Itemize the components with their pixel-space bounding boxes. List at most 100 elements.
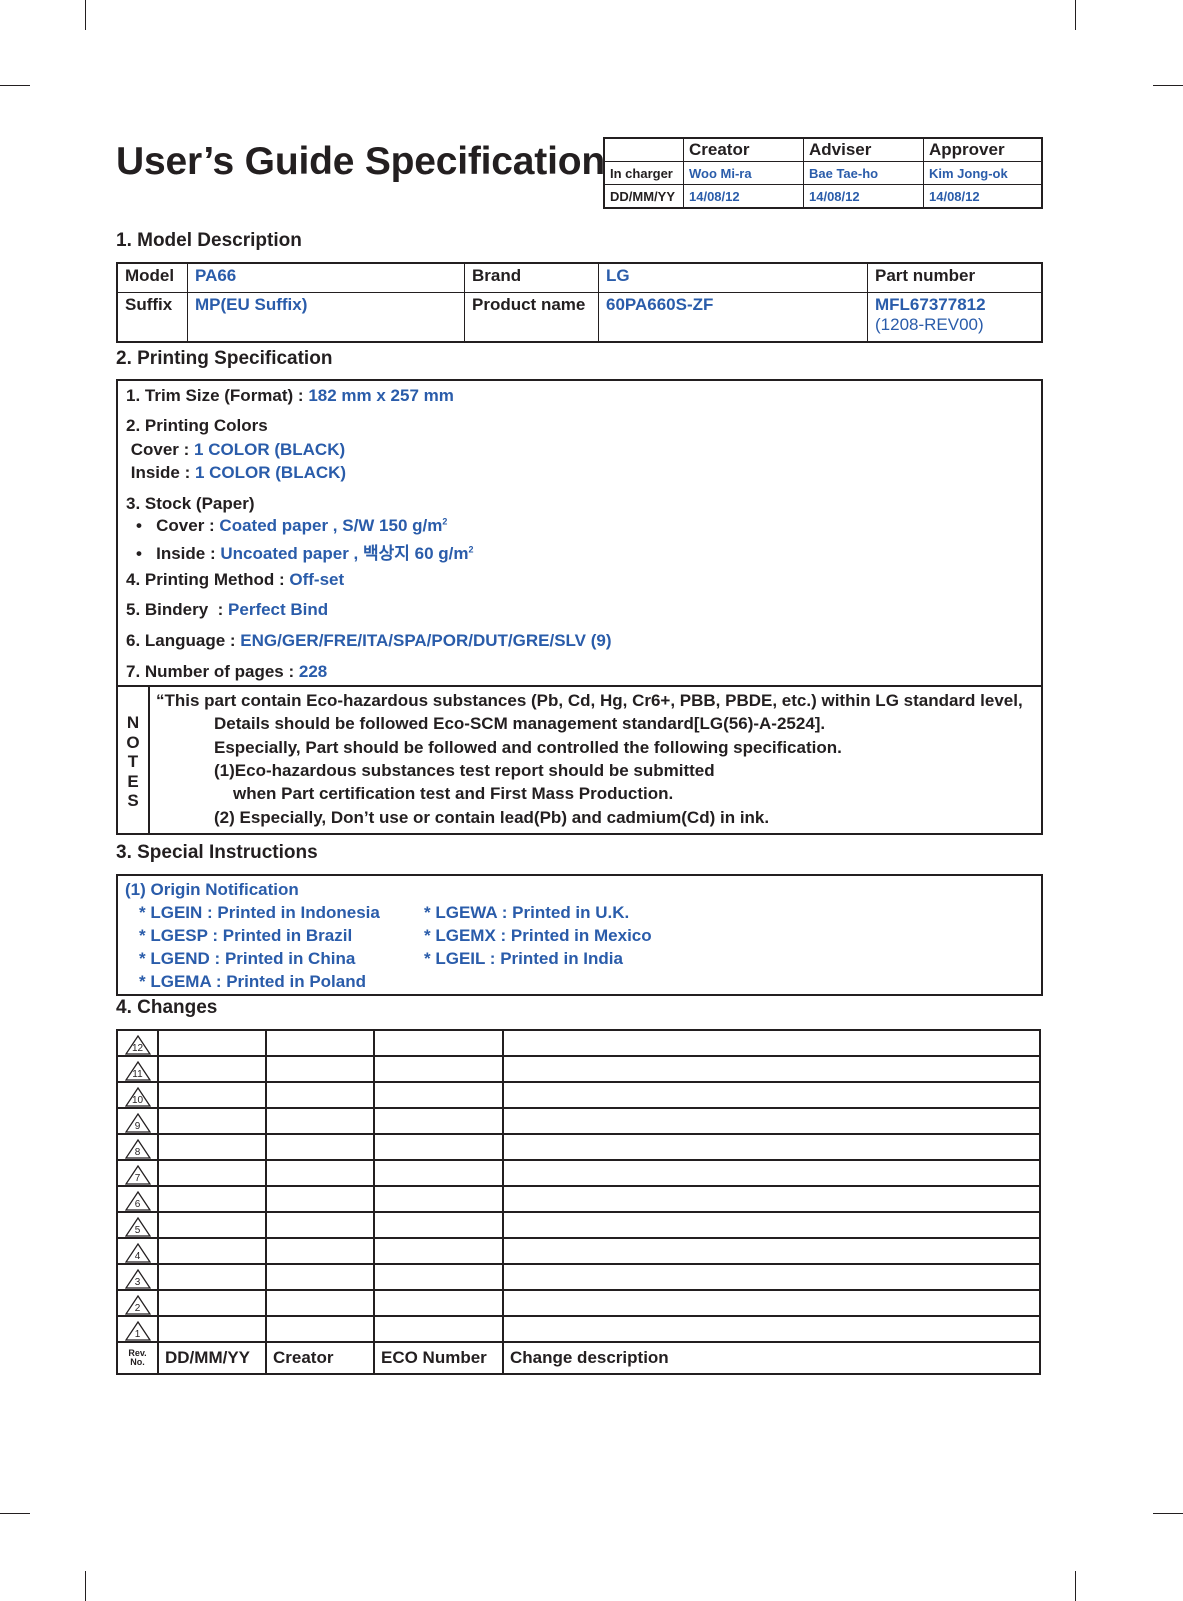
- origin-item: * LGEWA : Printed in U.K.: [424, 903, 630, 922]
- approver-date: 14/08/12: [923, 184, 1043, 209]
- change-description-cell: [502, 1185, 1041, 1213]
- approver-name: Kim Jong-ok: [923, 161, 1043, 185]
- change-description-cell: [502, 1107, 1041, 1135]
- revision-number: 4: [134, 1251, 141, 1262]
- change-row: 3: [116, 1263, 1041, 1291]
- change-row: 10: [116, 1081, 1041, 1109]
- part-number-revision: (1208-REV00): [875, 315, 984, 334]
- printing-specification-box: 1. Trim Size (Format) : 182 mm x 257 mm …: [116, 379, 1043, 835]
- notes-line: (1)Eco-hazardous substances test report …: [214, 761, 715, 780]
- change-description-cell: [502, 1289, 1041, 1317]
- trim-size-value: 182 mm x 257 mm: [308, 386, 454, 405]
- page-title: User’s Guide Specification: [116, 140, 605, 183]
- crop-mark: [1075, 0, 1076, 30]
- change-eco-number-cell: [373, 1237, 504, 1265]
- change-description-cell: [502, 1263, 1041, 1291]
- brand-label: Brand: [464, 262, 599, 293]
- trim-size-label: 1. Trim Size (Format) :: [126, 386, 309, 405]
- pages-value: 228: [298, 662, 328, 681]
- pages-line: 7. Number of pages : 228: [126, 662, 327, 682]
- change-description-cell: [502, 1211, 1041, 1239]
- brand-value: LG: [598, 262, 868, 293]
- revision-number: 10: [131, 1095, 144, 1106]
- notes-line: Especially, Part should be followed and …: [214, 738, 842, 757]
- stock-cover-value: Coated paper , S/W 150 g/m: [219, 516, 443, 535]
- approval-header-creator: Creator: [683, 137, 804, 162]
- model-label: Model: [116, 262, 188, 293]
- revision-number: 6: [134, 1199, 141, 1210]
- stock-cover-line: • Cover : Coated paper , S/W 150 g/m2: [136, 516, 447, 536]
- stock-inside-label: Inside :: [156, 544, 221, 563]
- bullet-icon: •: [136, 516, 142, 535]
- revision-cell: 4: [116, 1237, 159, 1265]
- revision-cell: 3: [116, 1263, 159, 1291]
- revision-triangle-icon: 11: [124, 1061, 151, 1081]
- change-eco-number-cell: [373, 1185, 504, 1213]
- change-eco-number-cell: [373, 1133, 504, 1161]
- inside-color-line: Inside : 1 COLOR (BLACK): [126, 463, 346, 483]
- change-date-cell: [157, 1185, 267, 1213]
- revision-cell: 5: [116, 1211, 159, 1239]
- change-date-cell: [157, 1159, 267, 1187]
- change-eco-number-cell: [373, 1055, 504, 1083]
- change-description-cell: [502, 1133, 1041, 1161]
- approval-header-approver: Approver: [923, 137, 1043, 162]
- inside-color-label: Inside :: [126, 463, 195, 482]
- part-number-cell: MFL67377812 (1208-REV00): [867, 292, 1043, 343]
- crop-mark: [0, 85, 30, 86]
- notes-label: N O T E S: [118, 687, 150, 835]
- change-creator-cell: [265, 1159, 375, 1187]
- notes-letter: N: [126, 713, 140, 732]
- approval-row-in-charger: In charger Woo Mi-ra Bae Tae-ho Kim Jong…: [603, 161, 1043, 185]
- crop-mark: [1153, 1513, 1183, 1514]
- revision-cell: 10: [116, 1081, 159, 1109]
- change-row: 2: [116, 1289, 1041, 1317]
- cover-color-line: Cover : 1 COLOR (BLACK): [126, 440, 345, 460]
- change-row: 9: [116, 1107, 1041, 1135]
- section-heading-special: 3. Special Instructions: [116, 842, 318, 863]
- revision-cell: 1: [116, 1315, 159, 1343]
- suffix-label: Suffix: [116, 292, 188, 343]
- change-creator-cell: [265, 1315, 375, 1343]
- revision-number: 12: [131, 1043, 144, 1054]
- notes-line: Details should be followed Eco-SCM manag…: [214, 714, 826, 733]
- column-header-date: DD/MM/YY: [157, 1341, 267, 1375]
- revision-cell: 2: [116, 1289, 159, 1317]
- change-eco-number-cell: [373, 1289, 504, 1317]
- origin-notification-heading: (1) Origin Notification: [125, 880, 299, 899]
- printing-method-label: 4. Printing Method :: [126, 570, 290, 589]
- product-name-label: Product name: [464, 292, 599, 343]
- revision-triangle-icon: 3: [124, 1269, 151, 1289]
- revision-triangle-icon: 12: [124, 1035, 151, 1055]
- origin-item: * LGESP : Printed in Brazil: [139, 926, 353, 945]
- change-date-cell: [157, 1029, 267, 1057]
- column-header-change-description: Change description: [502, 1341, 1041, 1375]
- change-eco-number-cell: [373, 1315, 504, 1343]
- change-creator-cell: [265, 1237, 375, 1265]
- section-heading-model: 1. Model Description: [116, 230, 302, 251]
- approval-header-blank: [603, 137, 684, 162]
- revision-number: 2: [134, 1303, 141, 1314]
- change-date-cell: [157, 1107, 267, 1135]
- bindery-label: 5. Bindery :: [126, 600, 229, 619]
- stock-inside-line: • Inside : Uncoated paper , 백상지 60 g/m2: [136, 539, 474, 564]
- notes-line: “This part contain Eco-hazardous substan…: [156, 691, 1023, 710]
- approval-row-label: In charger: [603, 161, 684, 185]
- revision-triangle-icon: 6: [124, 1191, 151, 1211]
- change-description-cell: [502, 1315, 1041, 1343]
- change-date-cell: [157, 1237, 267, 1265]
- printing-colors-label: 2. Printing Colors: [126, 416, 268, 435]
- change-eco-number-cell: [373, 1211, 504, 1239]
- origin-item: * LGEMA : Printed in Poland: [139, 972, 366, 991]
- revision-triangle-icon: 2: [124, 1295, 151, 1315]
- change-creator-cell: [265, 1263, 375, 1291]
- change-description-cell: [502, 1159, 1041, 1187]
- creator-date: 14/08/12: [683, 184, 804, 209]
- rev-no-label: Rev. No.: [116, 1341, 159, 1375]
- crop-mark: [0, 1513, 30, 1514]
- change-row: 11: [116, 1055, 1041, 1083]
- rev-label-line: No.: [130, 1357, 145, 1367]
- adviser-name: Bae Tae-ho: [803, 161, 924, 185]
- change-description-cell: [502, 1237, 1041, 1265]
- model-value: PA66: [187, 262, 465, 293]
